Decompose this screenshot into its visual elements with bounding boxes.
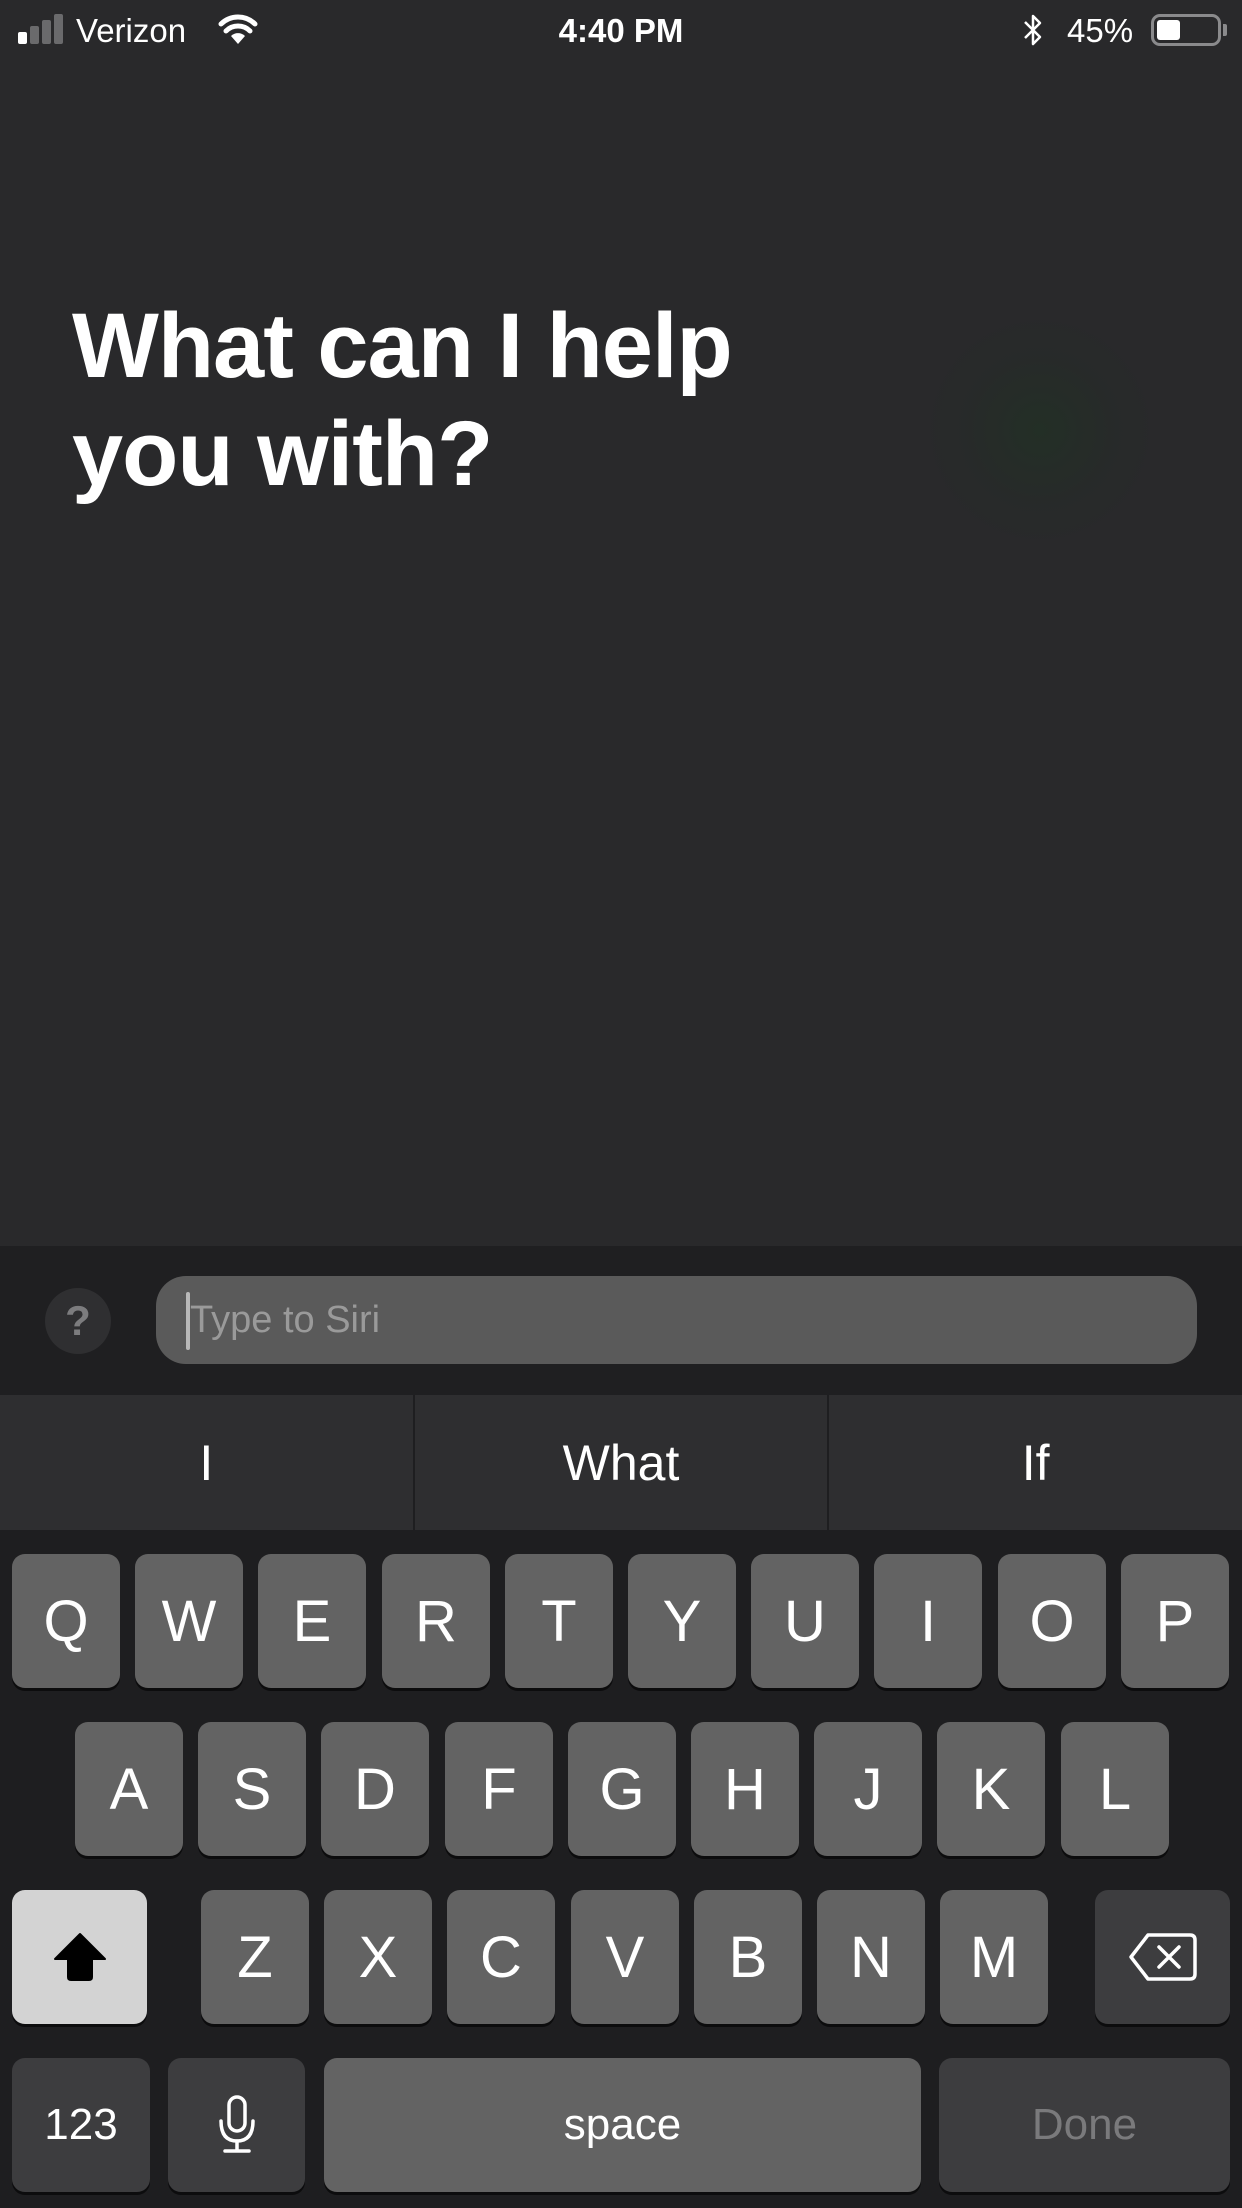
space-key[interactable]: space <box>324 2058 921 2192</box>
battery-level <box>1157 20 1180 40</box>
key-label: Y <box>662 1588 702 1654</box>
type-to-siri-input[interactable] <box>156 1276 1197 1364</box>
key-w[interactable]: W <box>135 1554 243 1688</box>
key-i[interactable]: I <box>874 1554 982 1688</box>
key-m[interactable]: M <box>940 1890 1048 2024</box>
key-y[interactable]: Y <box>628 1554 736 1688</box>
key-b[interactable]: B <box>694 1890 802 2024</box>
key-t[interactable]: T <box>505 1554 613 1688</box>
key-label: O <box>1029 1588 1075 1654</box>
help-button[interactable]: ? <box>45 1288 111 1354</box>
numbers-key-label: 123 <box>44 2100 118 2149</box>
done-key[interactable]: Done <box>939 2058 1230 2192</box>
key-label: E <box>292 1588 332 1654</box>
key-label: G <box>599 1756 645 1822</box>
siri-glow <box>930 320 1150 540</box>
key-label: D <box>354 1756 396 1822</box>
key-label: M <box>969 1924 1019 1990</box>
key-label: F <box>481 1756 517 1822</box>
key-k[interactable]: K <box>937 1722 1045 1856</box>
key-label: W <box>161 1588 217 1654</box>
key-p[interactable]: P <box>1121 1554 1229 1688</box>
key-label: B <box>728 1924 768 1990</box>
key-h[interactable]: H <box>691 1722 799 1856</box>
status-bar: Verizon 4:40 PM 45% <box>0 0 1242 62</box>
key-label: L <box>1098 1756 1132 1822</box>
key-c[interactable]: C <box>447 1890 555 2024</box>
key-label: I <box>919 1588 937 1654</box>
shift-key[interactable] <box>12 1890 147 2024</box>
key-label: S <box>232 1756 272 1822</box>
numbers-key[interactable]: 123 <box>12 2058 150 2192</box>
text-cursor <box>186 1292 190 1350</box>
key-x[interactable]: X <box>324 1890 432 2024</box>
done-key-label: Done <box>1031 2100 1138 2149</box>
shift-arrow-icon <box>53 1933 106 1981</box>
siri-input-bar: ? <box>0 1246 1242 1395</box>
siri-prompt: What can I help you with? <box>72 295 733 505</box>
key-v[interactable]: V <box>571 1890 679 2024</box>
key-j[interactable]: J <box>814 1722 922 1856</box>
key-label: C <box>480 1924 522 1990</box>
key-label: Q <box>43 1588 89 1654</box>
key-d[interactable]: D <box>321 1722 429 1856</box>
key-u[interactable]: U <box>751 1554 859 1688</box>
battery-icon <box>1151 14 1221 46</box>
keyboard: 123 space Done Q W E R T Y U I O P A S D F G H J K L Z X C V B N… <box>0 1530 1242 2208</box>
key-s[interactable]: S <box>198 1722 306 1856</box>
key-g[interactable]: G <box>568 1722 676 1856</box>
key-q[interactable]: Q <box>12 1554 120 1688</box>
key-label: A <box>109 1756 149 1822</box>
suggestion-1[interactable]: I <box>0 1395 413 1530</box>
space-key-label: space <box>563 2100 682 2149</box>
key-o[interactable]: O <box>998 1554 1106 1688</box>
delete-key[interactable] <box>1095 1890 1230 2024</box>
key-f[interactable]: F <box>445 1722 553 1856</box>
key-label: Z <box>237 1924 273 1990</box>
key-label: H <box>724 1756 766 1822</box>
backspace-icon <box>1128 1933 1197 1981</box>
key-n[interactable]: N <box>817 1890 925 2024</box>
battery-percent: 45% <box>1067 12 1134 49</box>
key-r[interactable]: R <box>382 1554 490 1688</box>
siri-background <box>0 0 1242 1246</box>
suggestion-2[interactable]: What <box>412 1395 828 1530</box>
key-label: K <box>971 1756 1011 1822</box>
bluetooth-icon <box>1024 14 1042 46</box>
key-a[interactable]: A <box>75 1722 183 1856</box>
key-label: U <box>784 1588 826 1654</box>
key-label: J <box>853 1756 883 1822</box>
clock: 4:40 PM <box>558 12 684 49</box>
key-label: P <box>1155 1588 1195 1654</box>
key-l[interactable]: L <box>1061 1722 1169 1856</box>
predictive-bar: I What If <box>0 1395 1242 1530</box>
microphone-icon <box>218 2095 255 2153</box>
dictation-key[interactable] <box>168 2058 305 2192</box>
key-z[interactable]: Z <box>201 1890 309 2024</box>
key-label: R <box>415 1588 457 1654</box>
key-e[interactable]: E <box>258 1554 366 1688</box>
key-label: T <box>541 1588 577 1654</box>
battery-tip <box>1223 24 1227 36</box>
key-label: X <box>358 1924 398 1990</box>
key-label: V <box>605 1924 645 1990</box>
suggestion-3[interactable]: If <box>827 1395 1242 1530</box>
key-label: N <box>850 1924 892 1990</box>
